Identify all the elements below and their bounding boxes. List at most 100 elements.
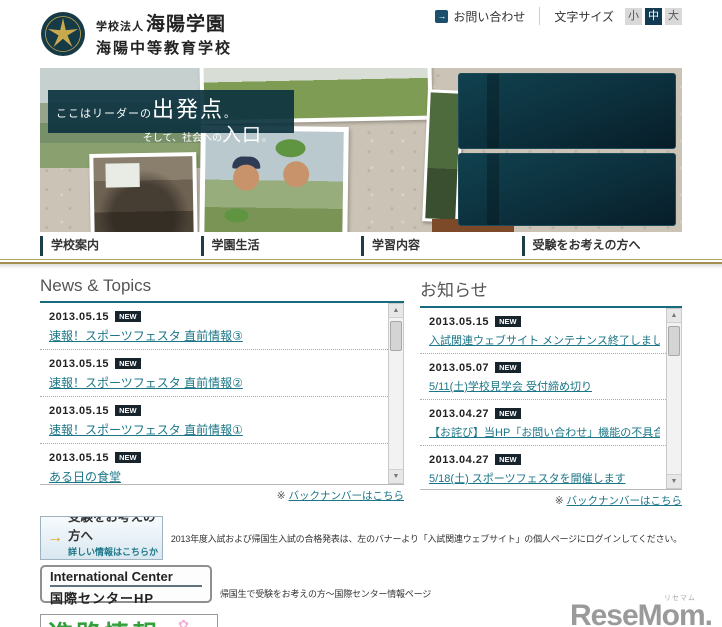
gold-rule-thin bbox=[0, 259, 722, 260]
global-nav: 学校案内 学園生活 学習内容 受験をお考えの方へ bbox=[40, 236, 682, 256]
hero-panel-top bbox=[458, 73, 676, 149]
career-info-banner[interactable]: 進路情報 ✿ ✿ ✿ bbox=[40, 614, 218, 627]
scrollbar-thumb[interactable] bbox=[390, 321, 402, 351]
news-item: 2013.05.15 NEW ある日の食堂 bbox=[40, 444, 404, 484]
news-item-link[interactable]: 速報！スポーツフェスタ 直前情報③ bbox=[49, 327, 382, 344]
news-item: 2013.05.15 NEW 速報！スポーツフェスタ 直前情報① bbox=[40, 397, 404, 444]
news-list: 2013.05.15 NEW 速報！スポーツフェスタ 直前情報③ 2013.05.… bbox=[40, 303, 404, 485]
news-backnumber-link[interactable]: バックナンバーはこちら bbox=[289, 490, 405, 502]
new-badge: NEW bbox=[115, 405, 141, 416]
school-emblem-icon bbox=[41, 11, 85, 56]
projector-screen bbox=[105, 163, 140, 188]
notice-column: お知らせ 2013.05.15 NEW 入試関連ウェブサイト メンテナンス終了しま… bbox=[420, 275, 682, 508]
catch-line1-big: 出発点 bbox=[152, 97, 225, 122]
scrollbar-down-icon[interactable]: ▼ bbox=[389, 469, 403, 483]
notice-item-date: 2013.04.27 bbox=[429, 454, 490, 466]
header: 学校法人 海陽学園 海陽中等教育学校 → お問い合わせ 文字サイズ 小 中 大 bbox=[0, 0, 722, 68]
notice-backnumber: ※ バックナンバーはこちら bbox=[554, 495, 683, 507]
notice-item-link[interactable]: 入試関連ウェブサイト メンテナンス終了しました bbox=[429, 332, 660, 348]
admissions-banner[interactable]: → 受験をお考えの方へ 詳しい情報はこちらから bbox=[40, 516, 163, 560]
contact-label: お問い合わせ bbox=[453, 9, 526, 24]
notice-item: 2013.04.27 NEW 【お詫び】当HP「お問い合わせ」機能の不具合について bbox=[420, 400, 682, 446]
hero-banner: ここはリーダーの出発点。 そして、社会への入口。 bbox=[40, 68, 682, 232]
new-badge: NEW bbox=[495, 454, 521, 465]
scrollbar-up-icon[interactable]: ▲ bbox=[667, 309, 681, 323]
international-center-subtitle: 国際センターHP bbox=[50, 591, 155, 606]
news-item-date: 2013.05.15 bbox=[49, 311, 110, 323]
notice-item: 2013.05.15 NEW 入試関連ウェブサイト メンテナンス終了しました bbox=[420, 308, 682, 354]
notice-title: お知らせ bbox=[420, 275, 682, 308]
scrollbar-up-icon[interactable]: ▲ bbox=[389, 304, 403, 318]
career-info-title: 進路情報 bbox=[48, 615, 160, 627]
school-subname-label: 海陽中等教育学校 bbox=[96, 41, 233, 57]
notice-item-link[interactable]: 5/11(土)学校見学会 受付締め切り bbox=[429, 378, 660, 394]
notice-backnumber-link[interactable]: バックナンバーはこちら bbox=[567, 495, 683, 507]
page: 学校法人海陽学園 海陽中等教育学校 → お問い合わせ 文字サイズ 小 中 大 bbox=[0, 0, 722, 627]
news-item: 2013.05.15 NEW 速報！スポーツフェスタ 直前情報③ bbox=[40, 303, 404, 350]
notice-item-link[interactable]: 5/18(土) スポーツフェスタを開催します bbox=[429, 470, 660, 486]
new-badge: NEW bbox=[115, 452, 141, 463]
news-item-date: 2013.05.15 bbox=[49, 358, 110, 370]
news-item-link[interactable]: 速報！スポーツフェスタ 直前情報① bbox=[49, 421, 382, 438]
new-badge: NEW bbox=[495, 408, 521, 419]
fontsize-label: 文字サイズ bbox=[554, 9, 614, 24]
catch-copy: ここはリーダーの出発点。 そして、社会への入口。 bbox=[48, 90, 294, 146]
notice-item-link[interactable]: 【お詫び】当HP「お問い合わせ」機能の不具合について bbox=[429, 424, 660, 440]
photo-lecture-hall bbox=[89, 152, 198, 232]
scrollbar-down-icon[interactable]: ▼ bbox=[667, 474, 681, 488]
student-head bbox=[232, 164, 260, 191]
news-item-date: 2013.05.15 bbox=[49, 452, 110, 464]
new-badge: NEW bbox=[495, 362, 521, 373]
notice-item: 2013.04.27 NEW 5/18(土) スポーツフェスタを開催します bbox=[420, 446, 682, 489]
news-item-date: 2013.05.15 bbox=[49, 405, 110, 417]
hero-panel-bottom bbox=[458, 153, 676, 226]
gold-arrow-icon: → bbox=[47, 529, 63, 546]
catch-line2: そして、社会への bbox=[142, 133, 222, 144]
school-corp-label: 学校法人 bbox=[96, 21, 144, 33]
notice-scrollbar[interactable]: ▲ ▼ bbox=[666, 308, 682, 489]
school-logo[interactable]: 学校法人 海陽学園 海陽中等教育学校 bbox=[40, 9, 232, 58]
new-badge: NEW bbox=[495, 316, 521, 327]
international-center-title: International Center bbox=[50, 569, 202, 587]
news-column: News & Topics 2013.05.15 NEW 速報！スポーツフェスタ … bbox=[40, 275, 404, 508]
nav-item-admissions[interactable]: 受験をお考えの方へ bbox=[521, 236, 683, 256]
font-size-medium-button[interactable]: 中 bbox=[645, 7, 662, 25]
school-name: 学校法人 海陽学園 海陽中等教育学校 bbox=[96, 9, 232, 58]
new-badge: NEW bbox=[115, 358, 141, 369]
nav-item-school-guide[interactable]: 学校案内 bbox=[40, 236, 201, 256]
catch-line2-big: 入口 bbox=[221, 125, 262, 146]
nav-item-school-life[interactable]: 学園生活 bbox=[200, 236, 362, 256]
international-center-note: 帰国生で受験をお考えの方～国際センター情報ページ bbox=[220, 589, 432, 599]
international-center-banner[interactable]: International Center 国際センターHP bbox=[40, 565, 212, 606]
notice-item-date: 2013.05.07 bbox=[429, 362, 490, 374]
resemom-kana: リセマム bbox=[664, 595, 696, 602]
news-scrollbar[interactable]: ▲ ▼ bbox=[388, 303, 404, 484]
scrollbar-thumb[interactable] bbox=[668, 326, 680, 356]
news-item-link[interactable]: 速報！スポーツフェスタ 直前情報② bbox=[49, 374, 382, 391]
news-item: 2013.05.15 NEW 速報！スポーツフェスタ 直前情報② bbox=[40, 350, 404, 397]
notice-item-date: 2013.05.15 bbox=[429, 316, 490, 328]
nav-item-curriculum[interactable]: 学習内容 bbox=[361, 236, 522, 256]
font-size-large-button[interactable]: 大 bbox=[665, 7, 682, 25]
header-utils: → お問い合わせ 文字サイズ 小 中 大 bbox=[435, 7, 682, 25]
catch-line1: ここはリーダーの bbox=[56, 108, 152, 120]
seedling bbox=[224, 208, 249, 223]
notice-item: 2013.05.07 NEW 5/11(土)学校見学会 受付締め切り bbox=[420, 354, 682, 400]
contact-link[interactable]: → お問い合わせ bbox=[435, 8, 525, 25]
news-title: News & Topics bbox=[40, 275, 404, 303]
admissions-note: 2013年度入試および帰国生入試の合格発表は、左のバナーより「入試関連ウェブサイ… bbox=[170, 533, 682, 544]
main-content: News & Topics 2013.05.15 NEW 速報！スポーツフェスタ … bbox=[0, 269, 722, 508]
notice-list: 2013.05.15 NEW 入試関連ウェブサイト メンテナンス終了しました 20… bbox=[420, 308, 682, 490]
petal-icon: ✿ bbox=[178, 617, 189, 627]
news-item-link[interactable]: ある日の食堂 bbox=[49, 468, 382, 484]
new-badge: NEW bbox=[115, 311, 141, 322]
student-head bbox=[282, 161, 310, 188]
admissions-banner-title: 受験をお考えの方へ bbox=[68, 516, 156, 543]
divider bbox=[539, 7, 541, 25]
notice-item-date: 2013.04.27 bbox=[429, 408, 490, 420]
school-name-label: 海陽学園 bbox=[146, 14, 227, 35]
contact-arrow-icon: → bbox=[435, 9, 449, 23]
resemom-watermark: リセマム ReseMom. bbox=[569, 595, 713, 627]
admissions-banner-subtitle: 詳しい情報はこちらから bbox=[68, 546, 159, 557]
font-size-small-button[interactable]: 小 bbox=[625, 7, 642, 25]
